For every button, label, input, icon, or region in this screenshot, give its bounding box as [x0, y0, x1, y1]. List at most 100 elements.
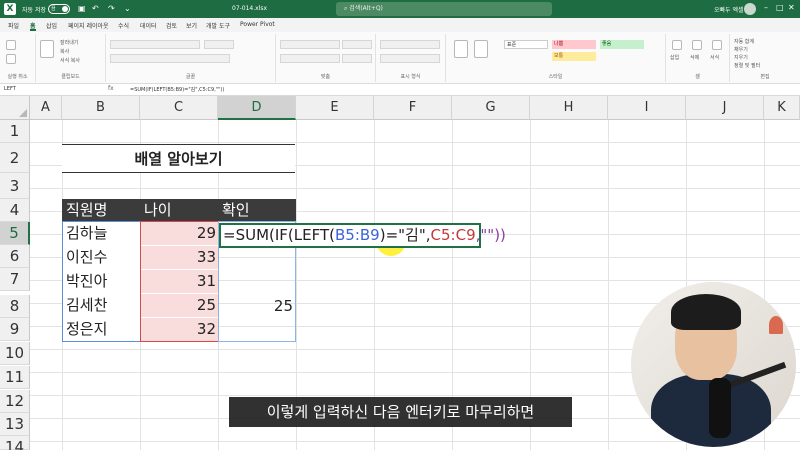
active-cell-editor[interactable]: =SUM(IF(LEFT(B5:B9)="김",C5:C9,"")) — [219, 223, 506, 248]
column-header-e[interactable]: E — [296, 96, 374, 120]
tab-power-pivot[interactable]: Power Pivot — [240, 21, 275, 28]
formula-bar: LEFT fx =SUM(IF(LEFT(B5:B9)="김",C5:C9,""… — [0, 84, 800, 96]
tab-insert[interactable]: 삽입 — [46, 21, 57, 30]
column-header-k[interactable]: K — [764, 96, 800, 120]
conditional-format-icon[interactable] — [454, 40, 468, 58]
tab-view[interactable]: 보기 — [186, 21, 197, 30]
header-cell-name[interactable]: 직원명 — [62, 199, 140, 222]
row-header-2[interactable]: 2 — [0, 143, 30, 173]
column-header-h[interactable]: H — [530, 96, 608, 120]
tab-developer[interactable]: 개발 도구 — [206, 21, 230, 30]
select-all-corner[interactable] — [0, 96, 30, 120]
column-header-c[interactable]: C — [140, 96, 218, 120]
tab-data[interactable]: 데이터 — [140, 21, 157, 30]
column-header-j[interactable]: J — [686, 96, 764, 120]
ribbon: 실행 취소 잘라내기 복사 서식 복사 클립보드 글꼴 맞춤 표시 형식 표준 … — [0, 32, 800, 84]
fill-button[interactable]: 채우기 — [734, 46, 748, 53]
formula-token: )=" — [379, 226, 406, 244]
autosave-toggle[interactable]: 끔 — [48, 4, 70, 14]
ribbon-group-cells: 삽입 삭제 서식 셀 — [666, 34, 730, 82]
font-style-buttons[interactable] — [110, 54, 230, 63]
row-header-5[interactable]: 5 — [0, 222, 30, 245]
row-header-12[interactable]: 12 — [0, 390, 30, 413]
customize-toolbar-icon[interactable]: ⌄ — [124, 4, 131, 13]
column-header-f[interactable]: F — [374, 96, 452, 120]
search-placeholder: 검색(Alt+Q) — [349, 5, 383, 12]
save-icon[interactable]: ▣ — [78, 4, 86, 13]
microphone-icon — [709, 378, 731, 438]
minimize-icon[interactable]: – — [764, 3, 768, 12]
insert-cells-icon[interactable] — [672, 40, 682, 50]
align-horizontal-buttons[interactable] — [280, 54, 340, 63]
tab-page-layout[interactable]: 페이지 레이아웃 — [68, 21, 109, 30]
name-box[interactable]: LEFT — [4, 86, 76, 94]
style-normal[interactable]: 표준 — [504, 40, 548, 49]
formula-input[interactable]: =SUM(IF(LEFT(B5:B9)="김",C5:C9,"")) — [130, 86, 224, 93]
format-painter-button[interactable]: 서식 복사 — [60, 57, 80, 64]
row-header-11[interactable]: 11 — [0, 366, 30, 389]
undo-icon[interactable] — [6, 40, 16, 50]
cut-button[interactable]: 잘라내기 — [60, 39, 78, 46]
ribbon-group-label: 실행 취소 — [7, 74, 28, 80]
align-top-buttons[interactable] — [280, 40, 340, 49]
ribbon-group-label: 스타일 — [548, 74, 563, 80]
avatar[interactable] — [744, 3, 756, 15]
table-format-icon[interactable] — [474, 40, 488, 58]
ribbon-group-number: 표시 형식 — [376, 34, 446, 82]
maximize-icon[interactable]: □ — [776, 3, 784, 12]
merge-center-button[interactable] — [342, 54, 372, 63]
sheet-title-cell[interactable]: 배열 알아보기 — [62, 144, 295, 173]
paste-icon[interactable] — [40, 40, 54, 58]
search-input[interactable]: ⌕ 검색(Alt+Q) — [336, 2, 552, 16]
style-neutral[interactable]: 보통 — [552, 52, 596, 61]
number-format-dropdown[interactable] — [380, 40, 440, 49]
webcam-overlay — [631, 282, 796, 447]
fx-icon[interactable]: fx — [108, 85, 114, 92]
row-header-7[interactable]: 7 — [0, 268, 30, 291]
row-header-8[interactable]: 8 — [0, 295, 30, 318]
delete-cells-icon[interactable] — [692, 40, 702, 50]
video-subtitle: 이렇게 입력하신 다음 엔터키로 마무리하면 — [229, 397, 572, 427]
tab-file[interactable]: 파일 — [8, 21, 19, 30]
column-header-i[interactable]: I — [608, 96, 686, 120]
column-header-d[interactable]: D — [218, 96, 296, 120]
column-header-b[interactable]: B — [62, 96, 140, 120]
undo-icon[interactable]: ↶ — [92, 4, 99, 13]
copy-button[interactable]: 복사 — [60, 48, 69, 55]
tab-formulas[interactable]: 수식 — [118, 21, 129, 30]
header-cell-age[interactable]: 나이 — [140, 199, 218, 222]
row-header-10[interactable]: 10 — [0, 342, 30, 365]
row-header-9[interactable]: 9 — [0, 318, 30, 341]
style-bad[interactable]: 나쁨 — [552, 40, 596, 49]
formula-token-literal: 김 — [405, 226, 419, 244]
style-good[interactable]: 좋음 — [600, 40, 644, 49]
column-header-g[interactable]: G — [452, 96, 530, 120]
tab-review[interactable]: 검토 — [166, 21, 177, 30]
row-header-6[interactable]: 6 — [0, 245, 30, 268]
delete-label: 삭제 — [690, 55, 700, 61]
header-cell-check[interactable]: 확인 — [218, 199, 296, 222]
excel-window: X 자동 저장 끔 ▣ ↶ ↷ ⌄ 07-014.xlsx ⌕ 검색(Alt+Q… — [0, 0, 800, 450]
tab-home[interactable]: 홈 — [30, 21, 36, 31]
formula-token-range-c: C5:C9 — [430, 226, 476, 244]
sort-filter-button[interactable]: 정렬 및 필터 — [734, 62, 760, 69]
font-size-dropdown[interactable] — [204, 40, 234, 49]
font-name-dropdown[interactable] — [110, 40, 200, 49]
file-name: 07-014.xlsx — [232, 5, 268, 12]
row-header-4[interactable]: 4 — [0, 199, 30, 222]
ribbon-tabs: 파일 홈 삽입 페이지 레이아웃 수식 데이터 검토 보기 개발 도구 Powe… — [0, 18, 800, 32]
close-icon[interactable]: ✕ — [788, 3, 795, 12]
row-header-14[interactable]: 14 — [0, 436, 30, 450]
row-header-3[interactable]: 3 — [0, 173, 30, 199]
wrap-text-button[interactable] — [342, 40, 372, 49]
redo-icon[interactable] — [6, 54, 16, 64]
autosum-button[interactable]: 자동 합계 — [734, 38, 754, 45]
formula-token: ", — [418, 226, 431, 244]
format-cells-icon[interactable] — [712, 40, 722, 50]
column-header-a[interactable]: A — [30, 96, 62, 120]
number-format-buttons[interactable] — [380, 54, 440, 63]
row-header-1[interactable]: 1 — [0, 120, 30, 143]
clear-button[interactable]: 지우기 — [734, 54, 748, 61]
row-header-13[interactable]: 13 — [0, 413, 30, 436]
redo-icon[interactable]: ↷ — [108, 4, 115, 13]
